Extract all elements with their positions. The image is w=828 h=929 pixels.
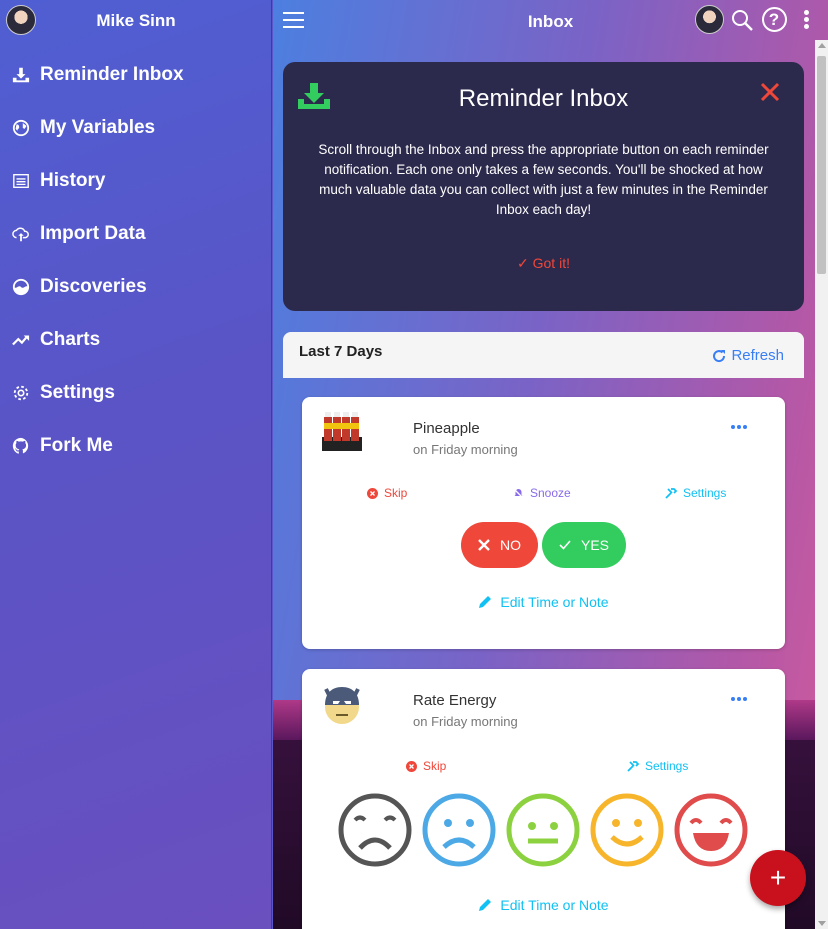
reminder-time: on Friday morning [413, 714, 518, 729]
help-text: Scroll through the Inbox and press the a… [318, 142, 769, 217]
download-icon [12, 67, 30, 82]
depressed-face-icon[interactable] [338, 793, 412, 867]
edit-time-note-button[interactable]: Edit Time or Note [302, 897, 785, 913]
sidebar-item-label: Charts [40, 328, 101, 350]
sidebar-item-my-variables[interactable]: My Variables [0, 101, 271, 154]
reminder-card: Rate Energy on Friday morning Skip Setti… [302, 669, 785, 929]
scroll-down-arrow[interactable] [818, 921, 826, 926]
edit-label: Edit Time or Note [500, 594, 609, 610]
close-icon [478, 539, 490, 551]
bell-off-icon [513, 488, 524, 498]
snooze-label: Snooze [530, 486, 571, 500]
pencil-icon [479, 899, 492, 911]
skip-button[interactable]: Skip [406, 759, 446, 773]
pencil-icon [479, 596, 492, 608]
sidebar-item-label: History [40, 169, 106, 191]
top-actions: ? [695, 5, 820, 34]
github-icon [12, 437, 29, 454]
sidebar-item-label: Discoveries [40, 275, 147, 297]
skip-label: Skip [384, 486, 408, 500]
sidebar-item-label: Import Data [40, 222, 146, 244]
help-title: Reminder Inbox [458, 85, 629, 112]
gear-icon [13, 385, 29, 400]
settings-button[interactable]: Settings [665, 486, 726, 500]
sidebar-nav: Reminder Inbox My Variables History Impo… [0, 48, 271, 472]
wrench-hammer-icon [665, 487, 677, 499]
globe-icon [12, 119, 30, 136]
help-card: Reminder Inbox Scroll through the Inbox … [283, 62, 804, 311]
sidebar-item-charts[interactable]: Charts [0, 313, 271, 366]
rating-faces [338, 793, 748, 867]
no-label: NO [500, 537, 521, 553]
sidebar-item-fork-me[interactable]: Fork Me [0, 419, 271, 472]
main-content: Inbox ? Reminder Inbox Scroll through th… [273, 0, 828, 929]
edit-time-note-button[interactable]: Edit Time or Note [302, 594, 785, 610]
skip-label: Skip [423, 759, 447, 773]
pineapple-juice-image [322, 412, 362, 451]
got-it-button[interactable]: ✓ Got it! [283, 255, 804, 272]
add-button[interactable]: + [750, 850, 806, 906]
list-icon [13, 173, 29, 188]
more-vertical-icon[interactable] [792, 6, 820, 34]
no-button[interactable]: NO [461, 522, 538, 568]
sidebar-item-label: Settings [40, 381, 115, 403]
sidebar-item-label: Fork Me [40, 434, 113, 456]
trending-up-icon [12, 335, 30, 345]
search-icon[interactable] [728, 6, 756, 34]
yes-button[interactable]: YES [542, 522, 626, 568]
settings-label: Settings [645, 759, 689, 773]
cloud-upload-icon [12, 227, 29, 241]
sidebar-item-discoveries[interactable]: Discoveries [0, 260, 271, 313]
sidebar-item-settings[interactable]: Settings [0, 366, 271, 419]
help-icon[interactable]: ? [760, 6, 788, 34]
edit-label: Edit Time or Note [500, 897, 609, 913]
refresh-icon [713, 349, 726, 362]
sad-face-icon[interactable] [422, 793, 496, 867]
reminder-name: Rate Energy [413, 692, 497, 709]
checkmark-icon: ✓ [517, 255, 529, 271]
scrollbar[interactable] [815, 40, 828, 929]
top-bar: Inbox ? [273, 0, 828, 40]
sidebar: Mike Sinn Reminder Inbox My Variables Hi… [0, 0, 272, 929]
reminder-card: Pineapple on Friday morning Skip Snooze … [302, 397, 785, 649]
wrench-hammer-icon [627, 760, 639, 772]
close-circle-icon [406, 760, 417, 772]
sidebar-item-label: Reminder Inbox [40, 63, 184, 85]
ecstatic-face-icon[interactable] [674, 793, 748, 867]
settings-label: Settings [683, 486, 727, 500]
close-circle-icon [367, 487, 378, 499]
reminder-name: Pineapple [413, 420, 480, 437]
sidebar-item-import-data[interactable]: Import Data [0, 207, 271, 260]
reminder-time: on Friday morning [413, 442, 518, 457]
settings-button[interactable]: Settings [627, 759, 688, 773]
batman-energy-image [324, 687, 360, 724]
scrollbar-thumb[interactable] [817, 56, 826, 274]
list-title: Last 7 Days [299, 343, 383, 360]
close-icon[interactable] [760, 82, 780, 102]
sidebar-item-history[interactable]: History [0, 154, 271, 207]
yes-label: YES [580, 537, 609, 553]
checkmark-icon [559, 540, 571, 550]
sidebar-item-label: My Variables [40, 116, 156, 138]
sidebar-item-reminder-inbox[interactable]: Reminder Inbox [0, 48, 271, 101]
plus-icon: + [769, 862, 787, 893]
refresh-button[interactable]: Refresh [712, 347, 784, 364]
got-it-label: Got it! [532, 255, 570, 271]
yes-no-buttons: NO YES [461, 522, 626, 568]
neutral-face-icon[interactable] [506, 793, 580, 867]
avatar[interactable] [695, 5, 724, 34]
scroll-up-arrow[interactable] [818, 43, 826, 48]
skip-button[interactable]: Skip [367, 486, 407, 500]
happy-face-icon[interactable] [590, 793, 664, 867]
contrast-icon [12, 278, 30, 295]
refresh-label: Refresh [731, 347, 784, 364]
more-options-icon[interactable] [731, 425, 747, 429]
more-options-icon[interactable] [731, 697, 747, 701]
sidebar-header: Mike Sinn [0, 0, 271, 40]
user-name: Mike Sinn [96, 11, 176, 30]
list-header: Last 7 Days Refresh [283, 332, 804, 378]
snooze-button[interactable]: Snooze [513, 486, 571, 500]
